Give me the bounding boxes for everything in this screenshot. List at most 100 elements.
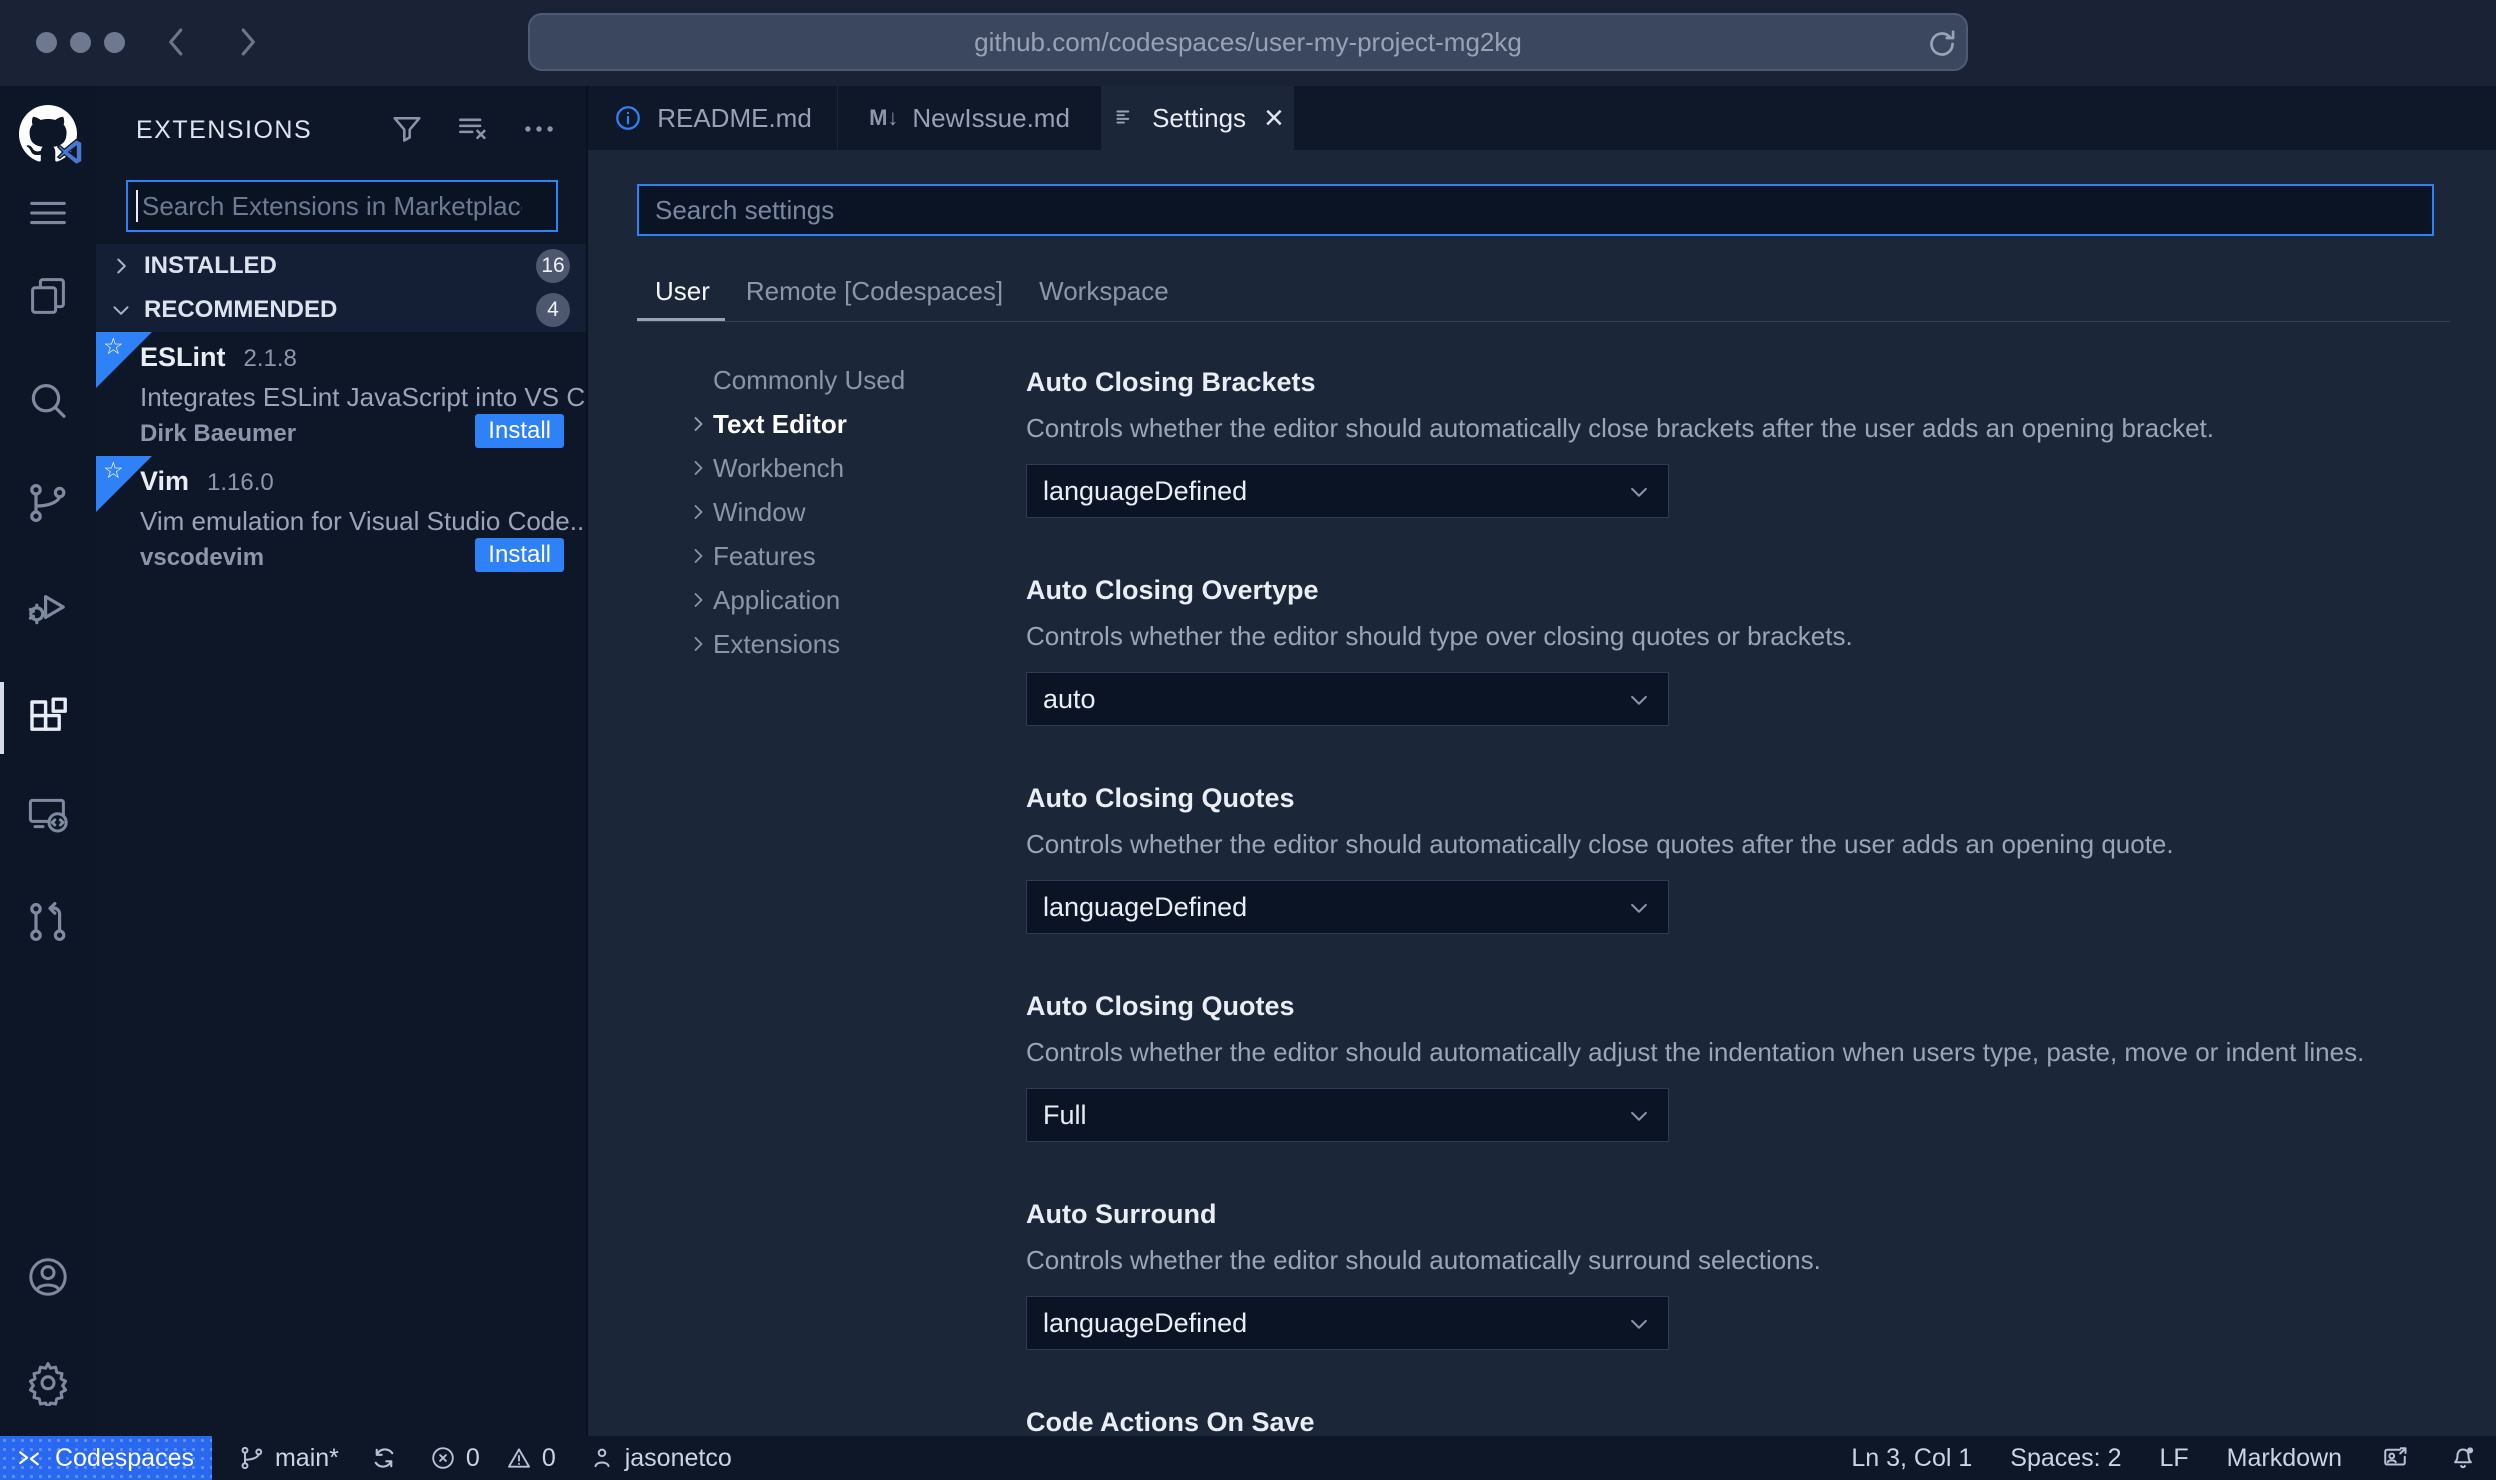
scope-tab-workspace[interactable]: Workspace xyxy=(1039,276,1169,307)
vscode-logo-icon xyxy=(55,137,85,167)
extension-item-eslint[interactable]: ☆ ESLint 2.1.8 Integrates ESLint JavaScri… xyxy=(96,332,607,456)
toc-features[interactable]: Features xyxy=(686,534,905,578)
markdown-icon: M↓ xyxy=(869,105,899,130)
url-text: github.com/codespaces/user-my-project-mg… xyxy=(974,26,1522,57)
chevron-down-icon xyxy=(1624,1101,1654,1131)
window-close-button[interactable] xyxy=(36,32,57,53)
extension-publisher: Dirk Baeumer xyxy=(140,420,297,447)
window-controls[interactable] xyxy=(36,32,125,53)
install-button[interactable]: Install xyxy=(475,538,564,572)
branch-indicator[interactable]: main* xyxy=(238,1444,339,1473)
setting-dropdown[interactable]: Full xyxy=(1026,1088,1669,1142)
settings-search-input[interactable] xyxy=(639,193,2432,227)
activity-bar xyxy=(0,86,96,1436)
sidebar-title: EXTENSIONS xyxy=(136,116,313,144)
tab-bar: README.md M↓ NewIssue.md Settings × xyxy=(588,86,2496,150)
chevron-down-icon xyxy=(1624,1309,1654,1339)
filter-icon[interactable] xyxy=(388,110,426,148)
tab-label: Settings xyxy=(1152,102,1247,133)
toc-extensions[interactable]: Extensions xyxy=(686,622,905,666)
extension-item-vim[interactable]: ☆ Vim 1.16.0 Vim emulation for Visual Stu… xyxy=(96,456,591,580)
extension-version: 1.16.0 xyxy=(207,469,274,496)
reload-icon[interactable] xyxy=(1924,26,1960,62)
scope-tab-remote[interactable]: Remote [Codespaces] xyxy=(746,276,1003,307)
tab-readme[interactable]: README.md xyxy=(588,86,838,150)
setting-description: Controls whether the editor should autom… xyxy=(1026,829,2174,859)
settings-gear-icon[interactable] xyxy=(0,1346,96,1418)
setting-dropdown[interactable]: languageDefined xyxy=(1026,880,1669,934)
window-maximize-button[interactable] xyxy=(104,32,125,53)
eol-setting[interactable]: LF xyxy=(2159,1444,2188,1473)
chevron-right-icon xyxy=(686,632,713,656)
tab-newissue[interactable]: M↓ NewIssue.md xyxy=(838,86,1102,150)
chevron-down-icon xyxy=(108,297,134,323)
forward-button[interactable] xyxy=(224,20,268,64)
extension-publisher: vscodevim xyxy=(140,544,265,571)
dropdown-value: Full xyxy=(1043,1099,1087,1130)
settings-list-icon xyxy=(1112,105,1138,131)
codespaces-remote-indicator[interactable]: Codespaces xyxy=(0,1436,212,1480)
setting-auto-closing-brackets: Auto Closing Brackets Controls whether t… xyxy=(1026,366,2436,518)
search-icon[interactable] xyxy=(0,365,96,437)
run-debug-icon[interactable] xyxy=(0,571,96,643)
extension-version: 2.1.8 xyxy=(243,345,297,372)
account-icon[interactable] xyxy=(0,1241,96,1313)
status-bar: Codespaces main* 0 0 jasonetco Ln 3, Col… xyxy=(0,1436,2496,1480)
scope-tab-user[interactable]: User xyxy=(655,276,710,307)
user-indicator[interactable]: jasonetco xyxy=(588,1444,732,1473)
setting-dropdown[interactable]: auto xyxy=(1026,672,1669,726)
remote-icon xyxy=(14,1443,44,1473)
toc-window[interactable]: Window xyxy=(686,490,905,534)
settings-search-box[interactable] xyxy=(637,184,2434,236)
menu-icon[interactable] xyxy=(0,177,96,249)
feedback-icon[interactable] xyxy=(2380,1443,2410,1473)
indentation-setting[interactable]: Spaces: 2 xyxy=(2010,1444,2121,1473)
install-button[interactable]: Install xyxy=(475,414,564,448)
chevron-right-icon xyxy=(686,588,713,612)
extension-name: Vim 1.16.0 xyxy=(140,466,274,496)
close-tab-icon[interactable]: × xyxy=(1264,101,1284,135)
sync-icon xyxy=(369,1443,399,1473)
person-icon xyxy=(588,1444,616,1472)
extensions-search-input[interactable] xyxy=(138,190,522,222)
installed-count-badge: 16 xyxy=(536,249,570,283)
notifications-bell-icon[interactable] xyxy=(2448,1443,2478,1473)
setting-auto-closing-overtype: Auto Closing Overtype Controls whether t… xyxy=(1026,574,2436,726)
sync-changes-button[interactable] xyxy=(369,1443,399,1473)
setting-dropdown[interactable]: languageDefined xyxy=(1026,464,1669,518)
section-installed[interactable]: INSTALLED 16 xyxy=(96,244,586,288)
explorer-icon[interactable] xyxy=(0,260,96,332)
source-control-icon[interactable] xyxy=(0,467,96,539)
extensions-sidebar: EXTENSIONS INSTALLED 16 xyxy=(96,86,607,1436)
address-bar[interactable]: github.com/codespaces/user-my-project-mg… xyxy=(528,13,1968,71)
settings-editor: User Remote [Codespaces] Workspace Commo… xyxy=(588,150,2496,1436)
setting-description: Controls whether the editor should autom… xyxy=(1026,413,2215,443)
branch-name: main* xyxy=(274,1443,339,1472)
cursor-position[interactable]: Ln 3, Col 1 xyxy=(1851,1444,1972,1473)
extensions-icon[interactable] xyxy=(0,682,96,754)
toc-workbench[interactable]: Workbench xyxy=(686,446,905,490)
window-minimize-button[interactable] xyxy=(70,32,91,53)
tab-settings[interactable]: Settings × xyxy=(1102,86,1294,150)
clear-extensions-search-icon[interactable] xyxy=(454,110,492,148)
editor-area: README.md M↓ NewIssue.md Settings × User… xyxy=(588,86,2496,1436)
status-bar-left: Codespaces main* 0 0 jasonetco xyxy=(0,1436,732,1480)
back-button[interactable] xyxy=(156,20,200,64)
toc-application[interactable]: Application xyxy=(686,578,905,622)
setting-dropdown[interactable]: languageDefined xyxy=(1026,1296,1669,1350)
extensions-search-box[interactable] xyxy=(126,180,558,232)
browser-chrome: github.com/codespaces/user-my-project-mg… xyxy=(0,0,2496,86)
toc-text-editor[interactable]: Text Editor xyxy=(686,402,905,446)
section-recommended[interactable]: RECOMMENDED 4 xyxy=(96,288,586,332)
chevron-right-icon xyxy=(108,253,134,279)
dropdown-value: languageDefined xyxy=(1043,1307,1248,1338)
setting-description: Controls whether the editor should autom… xyxy=(1026,1245,1821,1275)
remote-explorer-icon[interactable] xyxy=(0,778,96,850)
language-mode[interactable]: Markdown xyxy=(2227,1444,2342,1473)
setting-title: Auto Closing Quotes xyxy=(1026,783,1295,813)
pull-requests-icon[interactable] xyxy=(0,886,96,958)
problems-indicator[interactable]: 0 0 xyxy=(429,1444,556,1473)
toc-commonly-used[interactable]: Commonly Used xyxy=(686,358,905,402)
more-actions-icon[interactable] xyxy=(520,110,558,148)
settings-scope-tabs: User Remote [Codespaces] Workspace xyxy=(655,276,1169,307)
